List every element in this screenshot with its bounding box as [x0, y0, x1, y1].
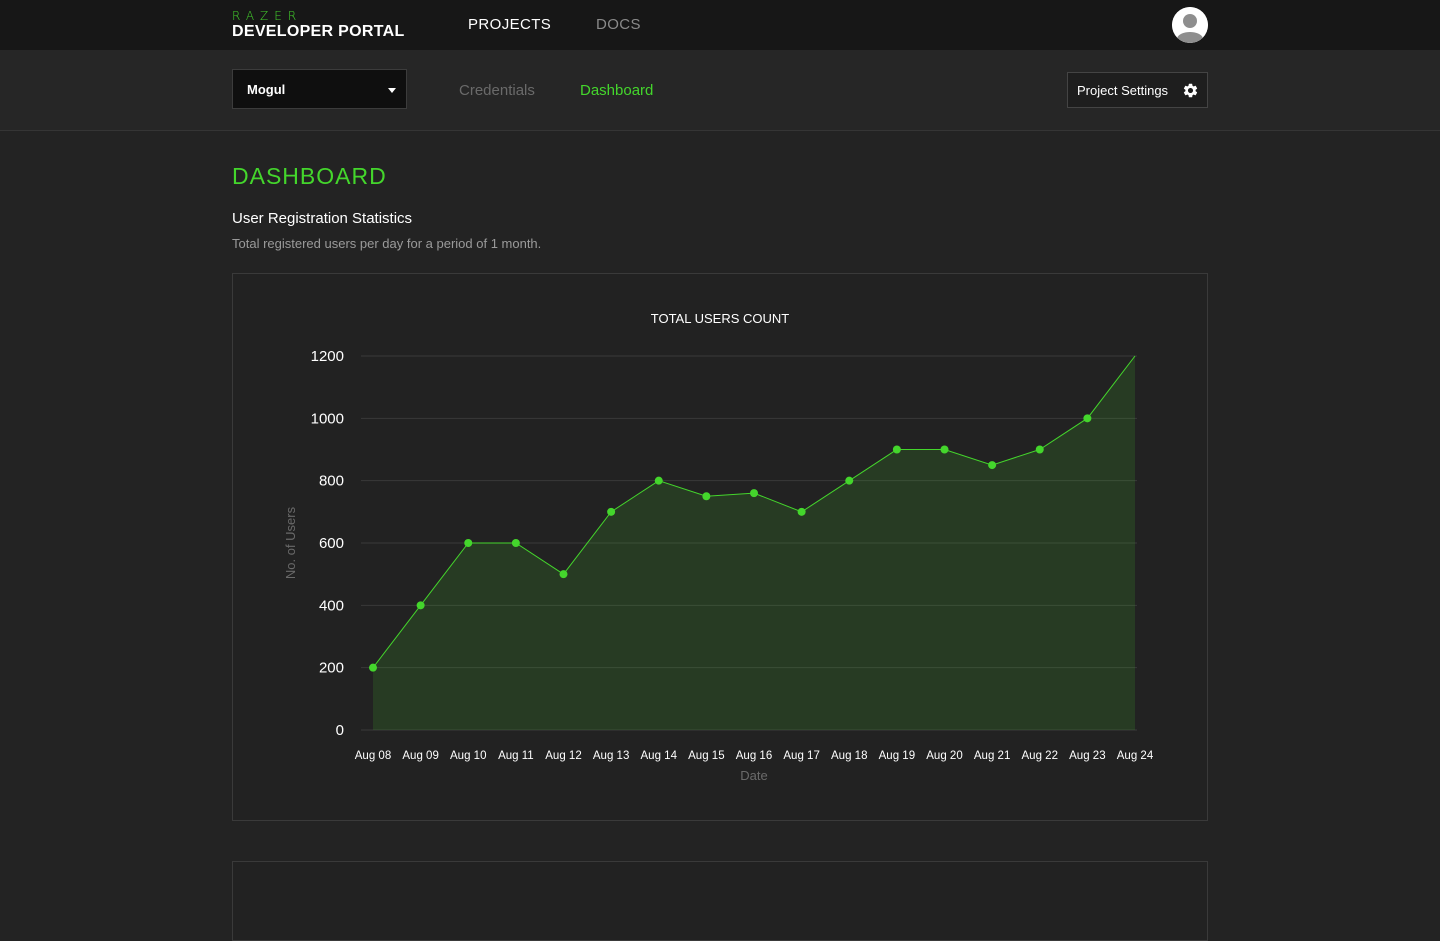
x-tick-label: Aug 17 [783, 750, 819, 762]
data-point [940, 445, 949, 454]
project-subnav: Mogul Credentials Dashboard Project Sett… [0, 50, 1440, 131]
x-tick-label: Aug 11 [498, 750, 534, 762]
nav-docs-link[interactable]: DOCS [596, 16, 641, 33]
x-tick-label: Aug 23 [1069, 750, 1105, 762]
x-tick-label: Aug 14 [641, 750, 678, 762]
data-point [750, 489, 758, 498]
chart-title: TOTAL USERS COUNT [651, 311, 790, 326]
x-tick-label: Aug 10 [450, 750, 486, 762]
y-tick-label: 1200 [311, 348, 344, 365]
y-tick-label: 400 [319, 597, 344, 614]
nav-projects-link[interactable]: PROJECTS [468, 16, 551, 33]
tab-dashboard[interactable]: Dashboard [580, 82, 653, 99]
data-point [464, 539, 473, 547]
gear-icon [1183, 83, 1198, 98]
data-point [654, 476, 663, 485]
x-tick-label: Aug 22 [1022, 750, 1058, 762]
y-tick-label: 600 [319, 535, 344, 552]
y-tick-label: 0 [336, 722, 344, 739]
y-tick-label: 200 [319, 660, 344, 677]
y-tick-label: 1000 [311, 410, 344, 427]
chevron-down-icon [388, 88, 396, 93]
users-area-chart: TOTAL USERS COUNT 0 200 400 600 800 1000 1200 Au… [283, 311, 1154, 783]
brand-portal-text: DEVELOPER PORTAL [232, 23, 405, 40]
y-axis-title: No. of Users [283, 506, 298, 579]
x-axis-title: Date [740, 768, 767, 783]
data-point [369, 663, 377, 672]
x-tick-label: Aug 19 [879, 750, 915, 762]
section-description: Total registered users per day for a per… [232, 236, 542, 251]
user-avatar-icon[interactable] [1172, 7, 1208, 43]
project-select-value: Mogul [247, 82, 286, 97]
section-title: User Registration Statistics [232, 210, 413, 227]
data-point [1035, 445, 1044, 454]
x-tick-label: Aug 24 [1117, 750, 1154, 762]
top-navbar: RAZER DEVELOPER PORTAL PROJECTS DOCS [0, 0, 1440, 50]
x-tick-label: Aug 13 [593, 750, 629, 762]
brand-logo[interactable]: RAZER DEVELOPER PORTAL [232, 9, 405, 41]
data-point [988, 461, 997, 470]
avatar-silhouette-icon [1172, 7, 1208, 43]
data-point [511, 539, 520, 547]
x-tick-label: Aug 21 [974, 750, 1010, 762]
brand-razer-text: RAZER [232, 9, 303, 23]
y-tick-label: 800 [319, 473, 344, 490]
data-point [845, 476, 854, 485]
data-point [702, 492, 711, 501]
project-settings-button[interactable]: Project Settings [1067, 72, 1208, 108]
data-point [797, 507, 806, 516]
data-point [416, 601, 425, 610]
x-tick-label: Aug 20 [926, 750, 962, 762]
page-title: DASHBOARD [232, 163, 387, 189]
data-point [1083, 414, 1092, 423]
x-tick-label: Aug 12 [545, 750, 581, 762]
project-settings-label: Project Settings [1077, 83, 1169, 98]
x-tick-label: Aug 15 [688, 750, 724, 762]
secondary-chart-card [232, 861, 1208, 941]
data-point [559, 570, 568, 579]
x-tick-label: Aug 16 [736, 750, 772, 762]
data-point [892, 445, 901, 454]
users-chart-card: TOTAL USERS COUNT 0 200 400 600 800 1000 1200 Au… [232, 273, 1208, 821]
project-select[interactable]: Mogul [232, 69, 407, 109]
x-tick-label: Aug 08 [355, 750, 391, 762]
data-point [607, 507, 616, 516]
tab-credentials[interactable]: Credentials [459, 82, 535, 99]
x-tick-label: Aug 18 [831, 750, 867, 762]
x-tick-label: Aug 09 [402, 750, 438, 762]
